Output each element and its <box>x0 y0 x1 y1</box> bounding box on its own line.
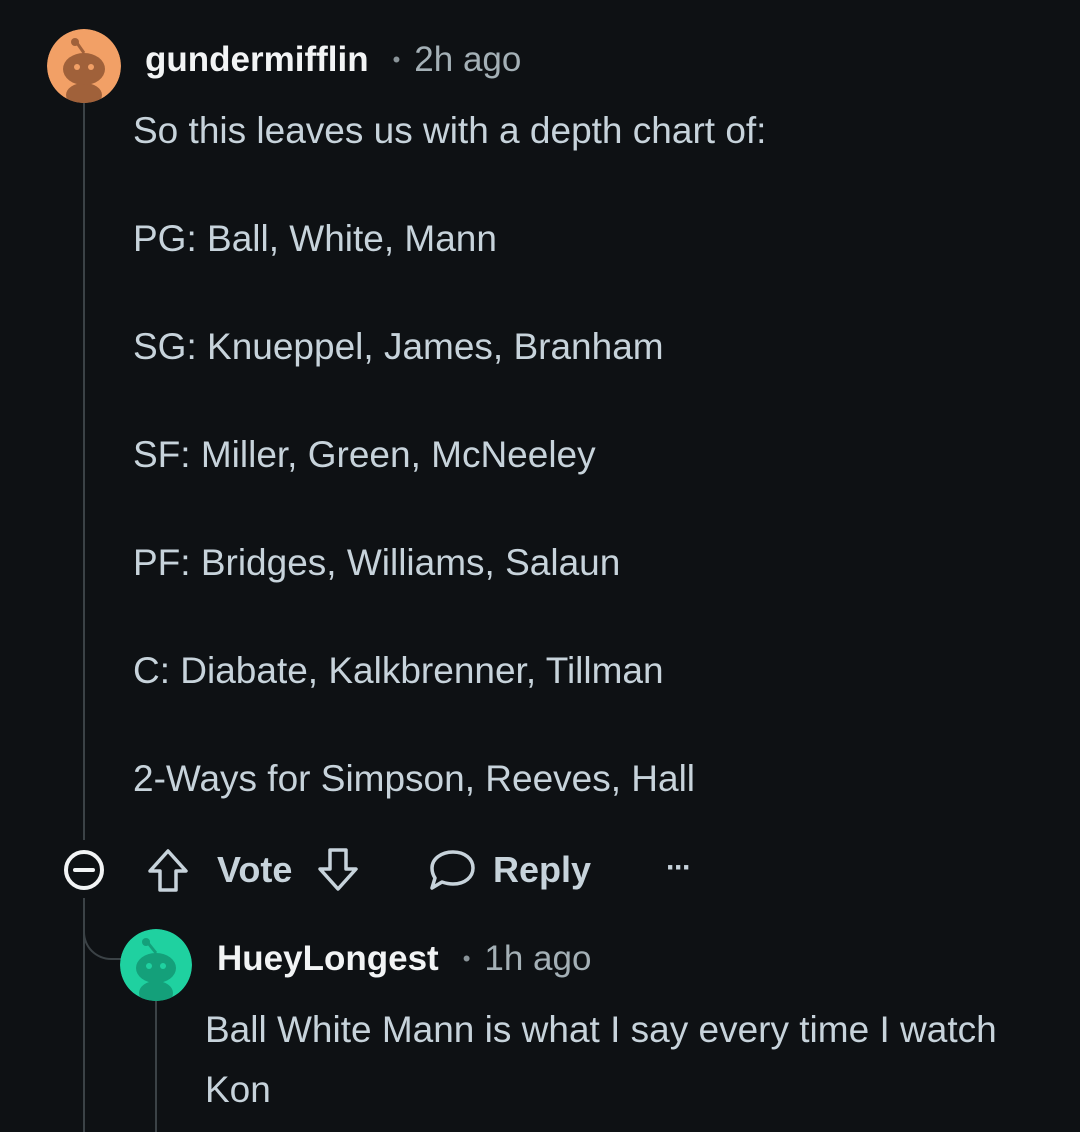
timestamp[interactable]: 1h ago <box>484 939 591 979</box>
reply-meta: HueyLongest • 1h ago <box>217 939 591 979</box>
reply-button[interactable]: Reply <box>427 846 591 894</box>
comment-body: So this leaves us with a depth chart of:… <box>133 0 1033 820</box>
comment-paragraph: So this leaves us with a depth chart of: <box>133 110 767 151</box>
comment-paragraph: C: Diabate, Kalkbrenner, Tillman <box>133 650 664 691</box>
avatar-gundermifflin[interactable] <box>47 29 121 103</box>
more-options-icon: ··· <box>666 851 692 884</box>
username[interactable]: HueyLongest <box>217 939 439 979</box>
comment-paragraph: PG: Ball, White, Mann <box>133 218 497 259</box>
meta-separator: • <box>462 946 471 971</box>
collapse-minus-icon <box>64 850 104 890</box>
comment-paragraph: SG: Knueppel, James, Branham <box>133 326 664 367</box>
vote-label: Vote <box>217 849 293 890</box>
collapse-button[interactable] <box>62 848 106 892</box>
upvote-arrow-icon <box>148 849 188 892</box>
upvote-button[interactable] <box>145 846 191 894</box>
vote-count: Vote <box>217 848 292 892</box>
thread-line-main <box>83 100 85 840</box>
snoo-avatar-icon <box>47 29 121 103</box>
thread-line-reply <box>155 1000 157 1132</box>
more-options-button[interactable]: ··· <box>666 844 692 892</box>
comment-action-bar: Vote Reply ··· <box>0 838 1080 902</box>
reply-body: Ball White Mann is what I say every time… <box>205 1009 997 1110</box>
comment-paragraph: 2-Ways for Simpson, Reeves, Hall <box>133 758 696 799</box>
downvote-button[interactable] <box>315 846 361 894</box>
downvote-arrow-icon <box>318 848 358 891</box>
speech-bubble-icon <box>430 850 475 890</box>
comment-paragraph: SF: Miller, Green, McNeeley <box>133 434 596 475</box>
snoo-avatar-icon <box>120 929 192 1001</box>
avatar-hueylongest[interactable] <box>120 929 192 1001</box>
reply-label: Reply <box>493 849 592 890</box>
comment-paragraph: PF: Bridges, Williams, Salaun <box>133 542 621 583</box>
thread-branch-connector <box>83 898 123 960</box>
